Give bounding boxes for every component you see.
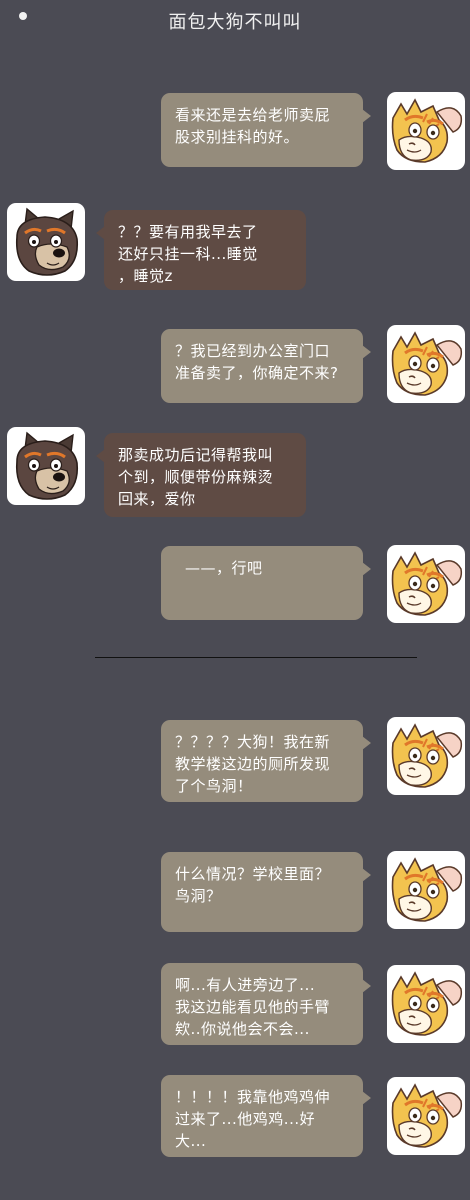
message-bubble-me[interactable]: 看来还是去给老师卖屁 股求别挂科的好。: [161, 93, 371, 167]
yellow-cat-avatar-icon[interactable]: [387, 545, 465, 623]
brown-dog-avatar-icon[interactable]: [7, 203, 85, 281]
brown-dog-avatar-icon[interactable]: [7, 427, 85, 505]
chat-title: 面包大狗不叫叫: [168, 12, 302, 33]
message-bubble-me[interactable]: ——，行吧: [161, 546, 371, 620]
section-divider: [95, 657, 417, 658]
chat-header: 面包大狗不叫叫: [0, 0, 470, 44]
message-bubble-me[interactable]: ？？？？大狗！我在新 教学楼这边的厕所发现 了个鸟洞！: [161, 720, 371, 802]
yellow-cat-avatar-icon[interactable]: [387, 325, 465, 403]
message-bubble-other[interactable]: ？？要有用我早去了 还好只挂一科...睡觉 ，睡觉z: [96, 210, 306, 290]
message-bubble-me[interactable]: 什么情况？学校里面？ 鸟洞？: [161, 852, 371, 932]
yellow-cat-avatar-icon[interactable]: [387, 851, 465, 929]
message-bubble-me[interactable]: ！！！！我靠他鸡鸡伸 过来了...他鸡鸡...好 大...: [161, 1075, 371, 1157]
message-bubble-other[interactable]: 那卖成功后记得帮我叫 个到，顺便带份麻辣烫 回来，爱你: [96, 433, 306, 517]
yellow-cat-avatar-icon[interactable]: [387, 717, 465, 795]
message-bubble-me[interactable]: 啊...有人进旁边了... 我这边能看见他的手臂 欸..你说他会不会...: [161, 963, 371, 1045]
yellow-cat-avatar-icon[interactable]: [387, 965, 465, 1043]
yellow-cat-avatar-icon[interactable]: [387, 1077, 465, 1155]
yellow-cat-avatar-icon[interactable]: [387, 92, 465, 170]
message-bubble-me[interactable]: ？我已经到办公室门口 准备卖了，你确定不来?: [161, 329, 371, 403]
